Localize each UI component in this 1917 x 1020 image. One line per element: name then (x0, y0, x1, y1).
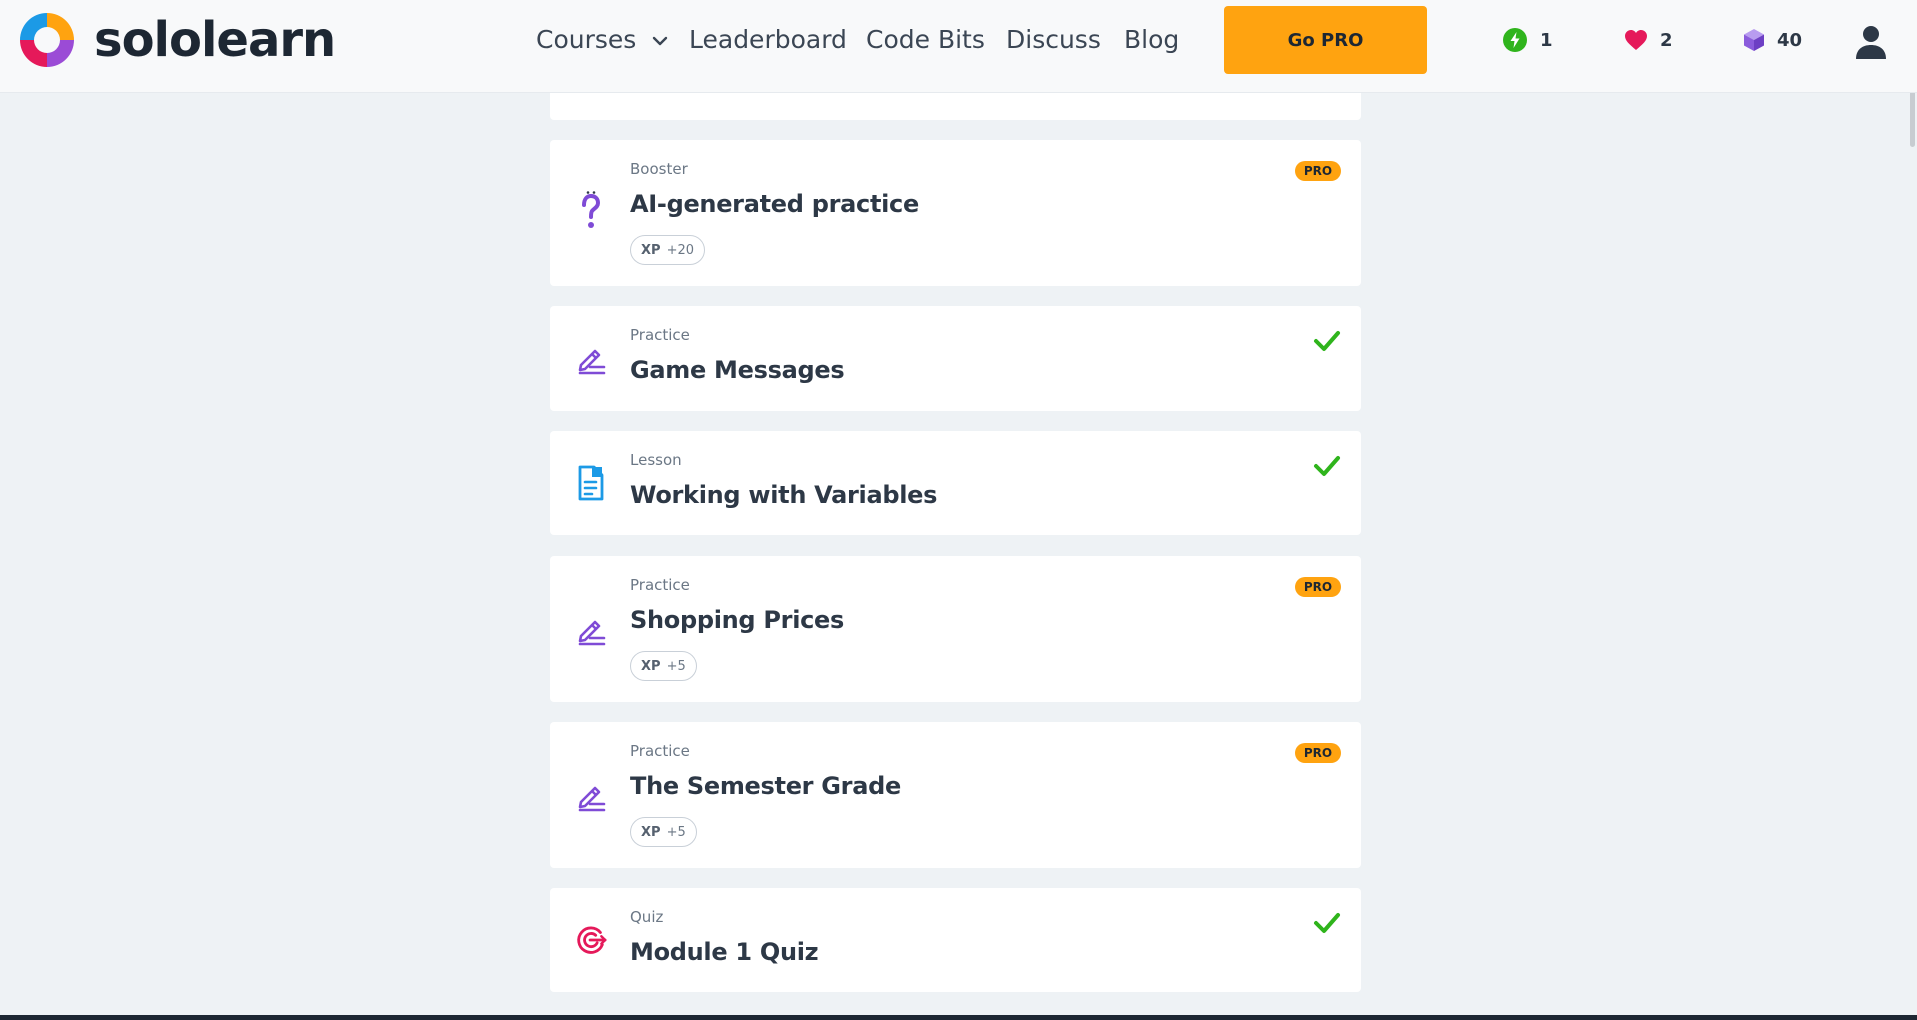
brand-name: sololearn (94, 12, 336, 68)
xp-label: XP (641, 824, 661, 840)
user-avatar-icon[interactable] (1854, 24, 1888, 60)
pencil-icon (575, 610, 607, 650)
pro-badge: PRO (1295, 577, 1341, 597)
streak-count: 1 (1540, 29, 1553, 51)
card-title: The Semester Grade (630, 772, 901, 800)
nav-courses-label: Courses (536, 25, 637, 54)
go-pro-button[interactable]: Go PRO (1224, 6, 1427, 74)
check-icon (1314, 456, 1340, 476)
check-icon (1314, 913, 1340, 933)
pro-badge: PRO (1295, 743, 1341, 763)
card-type-label: Lesson (630, 451, 682, 469)
list-item[interactable]: Practice Shopping Prices XP +5 PRO (550, 556, 1361, 702)
xp-label: XP (641, 658, 661, 674)
card-title: Shopping Prices (630, 606, 845, 634)
card-title: Game Messages (630, 356, 845, 384)
logo-icon (20, 13, 74, 67)
xp-pill: XP +5 (630, 817, 697, 847)
nav-codebits[interactable]: Code Bits (866, 22, 985, 58)
nav-discuss[interactable]: Discuss (1006, 22, 1101, 58)
xp-pill: XP +20 (630, 235, 705, 265)
streak-icon (1503, 28, 1527, 52)
list-item[interactable]: Practice The Semester Grade XP +5 PRO (550, 722, 1361, 868)
check-icon (1314, 331, 1340, 351)
document-icon (575, 463, 607, 503)
nav-leaderboard[interactable]: Leaderboard (689, 22, 847, 58)
card-type-label: Practice (630, 742, 690, 760)
card-title: Working with Variables (630, 481, 938, 509)
xp-value: +5 (666, 658, 686, 674)
chevron-down-icon (653, 36, 668, 46)
card-title: Module 1 Quiz (630, 938, 819, 966)
card-title: AI-generated practice (630, 190, 919, 218)
hearts-stat[interactable]: 2 (1624, 26, 1673, 54)
question-icon (575, 190, 607, 230)
heart-icon (1625, 30, 1647, 50)
xp-pill: XP +5 (630, 651, 697, 681)
list-item[interactable]: Quiz Module 1 Quiz (550, 888, 1361, 992)
card-type-label: Practice (630, 326, 690, 344)
list-item[interactable]: Practice Game Messages (550, 306, 1361, 411)
gems-stat[interactable]: 40 (1743, 26, 1802, 54)
card-type-label: Quiz (630, 908, 664, 926)
card-type-label: Practice (630, 576, 690, 594)
top-navbar: sololearn Courses Leaderboard Code Bits … (0, 0, 1917, 93)
sololearn-logo[interactable]: sololearn (16, 9, 336, 71)
pencil-icon (575, 776, 607, 816)
pro-badge: PRO (1295, 161, 1341, 181)
gems-count: 40 (1777, 29, 1803, 51)
gem-icon (1744, 29, 1764, 51)
card-type-label: Booster (630, 160, 688, 178)
list-item[interactable]: Lesson Working with Variables (550, 431, 1361, 535)
xp-label: XP (641, 242, 661, 258)
xp-value: +20 (666, 242, 694, 258)
streak-stat[interactable]: 1 (1502, 26, 1553, 54)
scrollbar[interactable] (1907, 75, 1917, 1015)
target-icon (575, 920, 607, 960)
nav-blog[interactable]: Blog (1124, 22, 1179, 58)
bottom-edge (0, 1015, 1917, 1020)
xp-value: +5 (666, 824, 686, 840)
hearts-count: 2 (1660, 29, 1673, 51)
pencil-icon (575, 339, 607, 379)
list-item[interactable]: Booster AI-generated practice XP +20 PRO (550, 140, 1361, 286)
nav-courses[interactable]: Courses (536, 22, 668, 58)
